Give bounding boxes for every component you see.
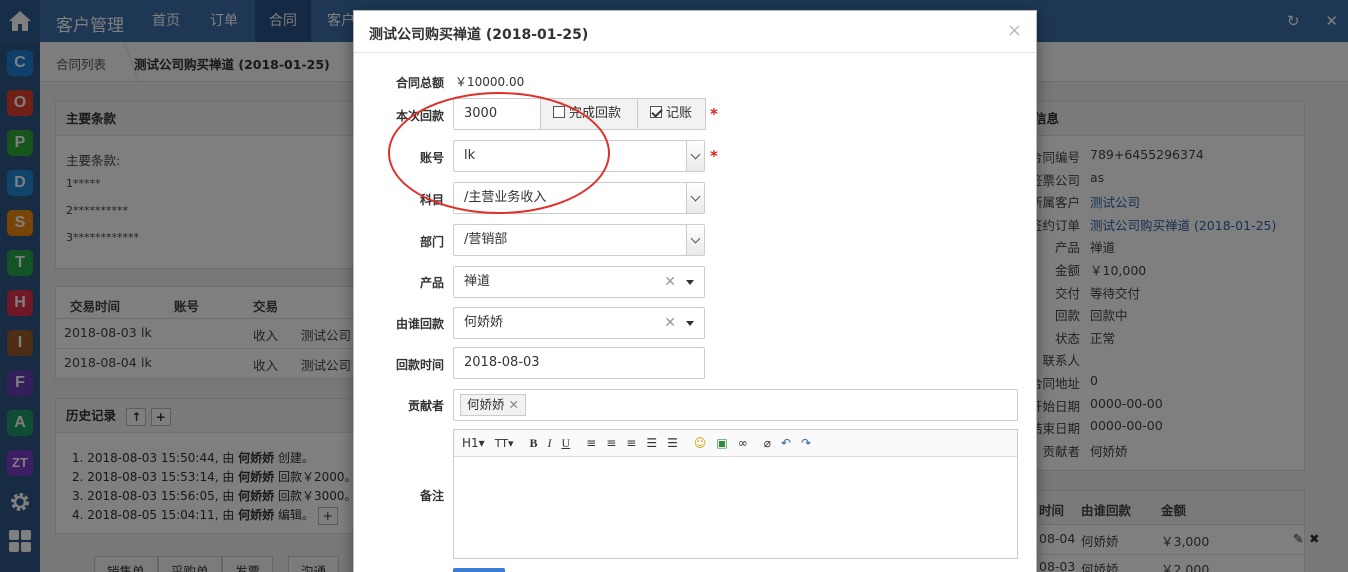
chevron-down-icon[interactable] [686,225,704,255]
contributor-label: 贡献者 [407,399,444,413]
dept-select[interactable]: /营销部 [453,224,705,256]
italic-icon[interactable]: I [548,436,552,451]
product-select[interactable]: 禅道 ✕ [453,266,705,298]
modal-title: 测试公司购买禅道 (2018-01-25) [369,27,589,43]
align-right-icon[interactable]: ≡ [626,436,636,450]
caret-down-icon[interactable] [686,280,694,285]
image-icon[interactable]: ▣ [716,436,727,450]
payment-modal: 测试公司购买禅道 (2018-01-25) × 合同总额 ￥10000.00 本… [353,10,1037,572]
editor-toolbar: H1▾ TT▾ B I U ≡ ≡ ≡ ☰ ☰ ☺ ▣ ∞ ⌀ ↶ ↷ [454,430,1017,457]
heading-icon[interactable]: H1▾ [462,436,485,450]
note-label: 备注 [419,489,444,503]
contributor-tag: 何娇娇 ✕ [460,394,526,416]
remove-tag-icon[interactable]: ✕ [509,397,519,412]
payment-date-input[interactable]: 2018-08-03 [453,347,705,379]
required-mark: * [710,147,718,165]
undo-icon[interactable]: ↶ [781,436,791,450]
book-checkbox-box[interactable] [650,106,662,118]
underline-icon[interactable]: U [562,436,571,451]
clear-x-icon[interactable]: ✕ [664,308,676,338]
date-label: 回款时间 [395,358,444,372]
redo-icon[interactable]: ↷ [801,436,811,450]
modal-close-icon[interactable]: × [1007,20,1022,41]
font-size-icon[interactable]: TT▾ [495,437,514,450]
product-label: 产品 [419,276,444,290]
note-editor[interactable]: H1▾ TT▾ B I U ≡ ≡ ≡ ☰ ☰ ☺ ▣ ∞ ⌀ ↶ ↷ [453,429,1018,559]
modal-header: 测试公司购买禅道 (2018-01-25) × [354,11,1036,53]
annotation-circle [388,92,610,214]
bookkeeping-checkbox[interactable]: 记账 [637,98,706,130]
total-label: 合同总额 [395,76,444,90]
unordered-list-icon[interactable]: ☰ [667,436,678,450]
payer-label: 由谁回款 [395,317,444,331]
total-value: ￥10000.00 [455,75,525,89]
bold-icon[interactable]: B [529,436,537,451]
chevron-down-icon[interactable] [686,183,704,213]
ordered-list-icon[interactable]: ☰ [646,436,657,450]
link-icon[interactable]: ∞ [738,436,748,450]
clear-x-icon[interactable]: ✕ [664,267,676,297]
contributor-multiselect[interactable]: 何娇娇 ✕ [453,389,1018,421]
chevron-down-icon[interactable] [686,141,704,171]
save-button[interactable] [453,568,505,572]
align-left-icon[interactable]: ≡ [586,436,596,450]
payer-select[interactable]: 何娇娇 ✕ [453,307,705,339]
required-mark: * [710,105,718,123]
eraser-icon[interactable]: ⌀ [764,436,771,450]
caret-down-icon[interactable] [686,321,694,326]
align-center-icon[interactable]: ≡ [606,436,616,450]
dept-label: 部门 [419,235,444,249]
emoji-icon[interactable]: ☺ [694,436,707,450]
